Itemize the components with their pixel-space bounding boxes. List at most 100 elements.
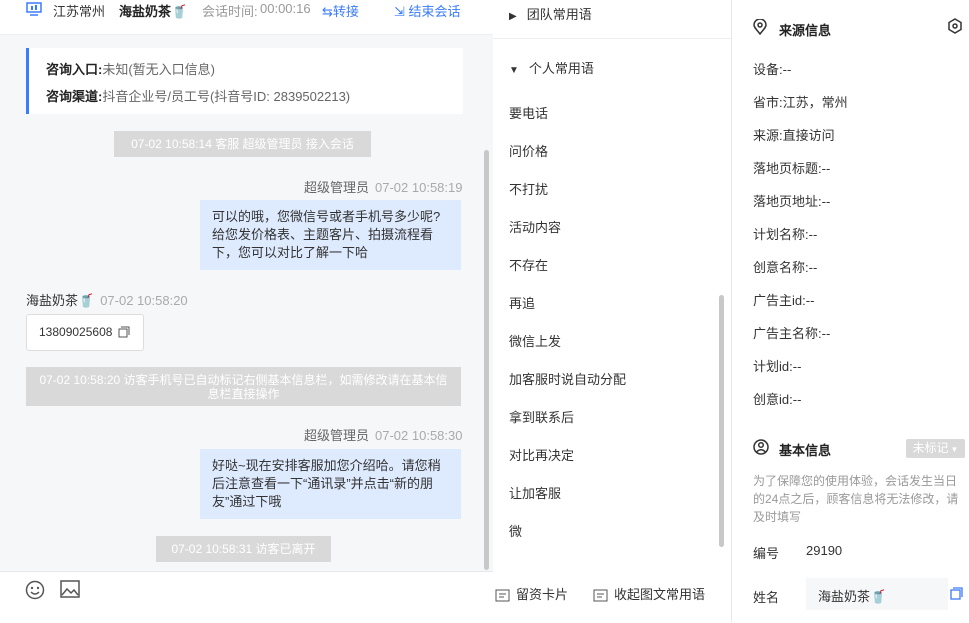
field-label: 设备: (753, 62, 783, 77)
source-field-creative-name: 创意名称:-- (753, 257, 817, 276)
phrase-item[interactable]: 不打扰 (509, 179, 548, 198)
phrase-item[interactable]: 拿到联系后 (509, 407, 574, 426)
visitor-sender-name: 海盐奶茶🥤 (26, 293, 95, 308)
field-value: -- (808, 227, 818, 242)
customer-info-panel: 来源信息 设备:-- 省市:江苏，常州 来源:直接访问 落地页标题:-- 落地页… (732, 0, 969, 622)
edit-notice: 为了保障您的使用体验，会话发生当日的24点之后，顾客信息将无法修改，请及时填写 (753, 474, 959, 524)
transfer-button[interactable]: ⇆转接 (322, 1, 359, 20)
personal-phrases-toggle[interactable]: ▼ 个人常用语 (509, 58, 594, 77)
emoji-icon[interactable] (25, 580, 45, 600)
phrase-item[interactable]: 要电话 (509, 103, 548, 122)
caret-down-icon: ▼ (509, 65, 519, 76)
customer-name-value: 海盐奶茶🥤 (818, 589, 887, 604)
source-info-title: 来源信息 (779, 23, 832, 38)
field-value: -- (782, 62, 792, 77)
customer-name-field[interactable]: 海盐奶茶🥤 (806, 578, 948, 610)
card-icon (495, 589, 510, 602)
field-value: -- (808, 260, 818, 275)
agent-name: 超级管理员 (304, 428, 370, 443)
phrase-item[interactable]: 加客服时说自动分配 (509, 369, 626, 388)
visitor-message-meta: 海盐奶茶🥤 07-02 10:58:20 (26, 290, 188, 309)
session-time-value: 00:00:16 (260, 1, 311, 16)
collapse-phrases-button[interactable]: 收起图文常用语 (593, 584, 705, 603)
source-field-landing-url: 落地页地址:-- (753, 191, 830, 210)
team-phrases-toggle[interactable]: ▶ 团队常用语 (509, 4, 592, 23)
field-label: 计划id: (753, 359, 793, 374)
message-composer (0, 571, 493, 623)
collapse-phrases-label: 收起图文常用语 (614, 587, 706, 602)
source-field-plan-name: 计划名称:-- (753, 224, 817, 243)
phrase-item[interactable]: 不存在 (509, 255, 548, 274)
visitor-phone-bubble[interactable]: 13809025608 (26, 314, 144, 351)
lead-card-button[interactable]: 留资卡片 (495, 584, 568, 603)
field-value: -- (821, 326, 831, 341)
field-label: 广告主名称: (753, 326, 822, 341)
field-value: 江苏，常州 (782, 95, 848, 110)
visitor-phone-number: 13809025608 (39, 325, 113, 339)
chat-scrollbar[interactable] (484, 150, 489, 570)
consult-entry-row: 咨询入口:未知(暂无入口信息) (46, 59, 215, 78)
field-label: 落地页标题: (753, 161, 822, 176)
field-value: -- (821, 194, 831, 209)
phrases-scrollbar[interactable] (719, 295, 724, 547)
phrase-item[interactable]: 微信上发 (509, 331, 561, 350)
field-label: 创意id: (753, 392, 793, 407)
copy-icon[interactable] (118, 326, 130, 338)
phrase-item[interactable]: 微 (509, 521, 522, 540)
field-value: 直接访问 (782, 128, 835, 143)
copy-icon[interactable] (950, 587, 963, 600)
system-message: 07-02 10:58:31 访客已离开 (156, 536, 331, 562)
source-field-advertiser-id: 广告主id:-- (753, 290, 814, 309)
customer-number-label: 编号 (753, 546, 780, 561)
phrase-item[interactable]: 活动内容 (509, 217, 561, 236)
source-field-province: 省市:江苏，常州 (753, 92, 848, 111)
phrases-panel: ▶ 团队常用语 ▼ 个人常用语 要电话 问价格 不打扰 活动内容 不存在 再追 微信… (493, 0, 732, 622)
agent-message-bubble: 好哒~现在安排客服加您介绍哈。请您稍后注意查看一下“通讯录”并点击“新的朋友”通… (200, 449, 461, 519)
source-field-creative-id: 创意id:-- (753, 389, 801, 408)
field-value: -- (805, 293, 815, 308)
transfer-label: 转接 (332, 4, 359, 19)
source-field-landing-title: 落地页标题:-- (753, 158, 830, 177)
source-field-plan-id: 计划id:-- (753, 356, 801, 375)
phrase-item[interactable]: 再追 (509, 293, 535, 312)
image-icon[interactable] (60, 580, 80, 598)
field-value: -- (792, 392, 802, 407)
system-message: 07-02 10:58:14 客服 超级管理员 接入会话 (114, 131, 371, 157)
agent-name: 超级管理员 (304, 180, 370, 195)
field-label: 创意名称: (753, 260, 809, 275)
agent-message-bubble: 可以的哦，您微信号或者手机号多少呢?给您发价格表、主题客片、拍摄流程看下，您可以… (200, 200, 461, 270)
agent-message-meta: 超级管理员 07-02 10:58:30 (304, 425, 462, 444)
chat-header: 江苏常州 海盐奶茶🥤 会话时间: 00:00:16 ⇆转接 ⇲ 结束会话 (0, 0, 493, 35)
phrase-item[interactable]: 对比再决定 (509, 445, 574, 464)
consult-entry-value: 未知(暂无入口信息) (102, 62, 216, 77)
source-field-origin: 来源:直接访问 (753, 125, 835, 144)
tag-status-label: 未标记 (912, 441, 949, 455)
exit-icon: ⇲ (394, 4, 405, 19)
system-message: 07-02 10:58:20 访客手机号已自动标记右侧基本信息栏，如需修改请在基… (26, 367, 461, 406)
agent-message-meta: 超级管理员 07-02 10:58:19 (304, 177, 462, 196)
source-field-advertiser-name: 广告主名称:-- (753, 323, 830, 342)
user-icon (753, 439, 769, 455)
phrase-item[interactable]: 让加客服 (509, 483, 561, 502)
customer-name-label: 姓名 (753, 590, 780, 605)
end-session-button[interactable]: ⇲ 结束会话 (394, 1, 461, 20)
message-icon (593, 589, 608, 602)
message-time: 07-02 10:58:19 (375, 180, 463, 195)
field-label: 广告主id: (753, 293, 806, 308)
consult-channel-row: 咨询渠道:抖音企业号/员工号(抖音号ID: 2839502213) (46, 86, 350, 105)
field-label: 来源: (753, 128, 783, 143)
caret-down-icon: ▼ (950, 445, 959, 454)
message-time: 07-02 10:58:20 (100, 293, 188, 308)
lead-card-label: 留资卡片 (516, 587, 569, 602)
message-time: 07-02 10:58:30 (375, 428, 463, 443)
visitor-name: 海盐奶茶🥤 (119, 4, 188, 19)
end-session-label: 结束会话 (408, 4, 461, 19)
phrase-item[interactable]: 问价格 (509, 141, 548, 160)
location-pin-icon (753, 19, 767, 35)
monitor-icon (26, 2, 42, 16)
settings-icon[interactable] (947, 18, 963, 34)
tag-dropdown[interactable]: 未标记 ▼ (906, 439, 965, 458)
field-label: 省市: (753, 95, 783, 110)
caret-right-icon: ▶ (509, 11, 517, 22)
basic-info-title: 基本信息 (779, 443, 832, 458)
